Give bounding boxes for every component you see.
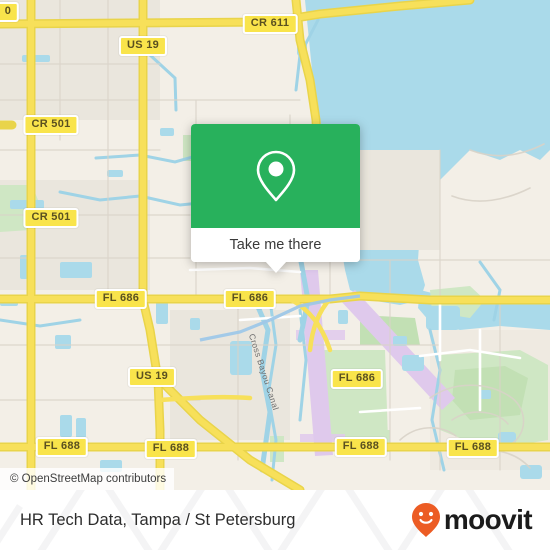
shield-us19-n: US 19 xyxy=(118,36,168,56)
location-popup-card[interactable]: Take me there xyxy=(191,124,360,273)
map-canvas[interactable]: 0 US 19 CR 611 CR 501 CR 501 FL 686 FL 6… xyxy=(0,0,550,490)
shield-fl686-e: FL 686 xyxy=(330,369,384,389)
take-me-there-label: Take me there xyxy=(229,237,322,253)
attribution-text: © OpenStreetMap contributors xyxy=(10,473,167,485)
map-attribution[interactable]: © OpenStreetMap contributors xyxy=(0,468,175,490)
shield-fl688-e: FL 688 xyxy=(334,437,388,457)
shield-fl686-c: FL 686 xyxy=(223,289,277,309)
popup-pointer xyxy=(264,261,287,273)
popup-header xyxy=(191,124,360,228)
shield-fl688-w: FL 688 xyxy=(35,437,89,457)
moovit-wordmark: moovit xyxy=(443,504,533,535)
shield-us19-s: US 19 xyxy=(127,367,177,387)
map-pin-icon xyxy=(256,150,295,202)
take-me-there-button[interactable]: Take me there xyxy=(191,228,360,262)
shield-0: 0 xyxy=(0,2,20,22)
moovit-map-card: 0 US 19 CR 611 CR 501 CR 501 FL 686 FL 6… xyxy=(0,0,550,550)
moovit-pin-smiley-icon xyxy=(411,503,440,537)
shield-fl686-w: FL 686 xyxy=(94,289,148,309)
shield-fl688-f: FL 688 xyxy=(446,438,500,458)
shield-cr501-s: CR 501 xyxy=(23,208,79,228)
moovit-logo[interactable]: moovit xyxy=(411,502,533,538)
shield-fl688-c: FL 688 xyxy=(144,439,198,459)
page-title: HR Tech Data, Tampa / St Petersburg xyxy=(20,510,296,529)
shield-cr611: CR 611 xyxy=(242,14,298,34)
shield-cr501-n: CR 501 xyxy=(23,115,79,135)
footer-bar: HR Tech Data, Tampa / St Petersburg moov… xyxy=(0,490,550,550)
